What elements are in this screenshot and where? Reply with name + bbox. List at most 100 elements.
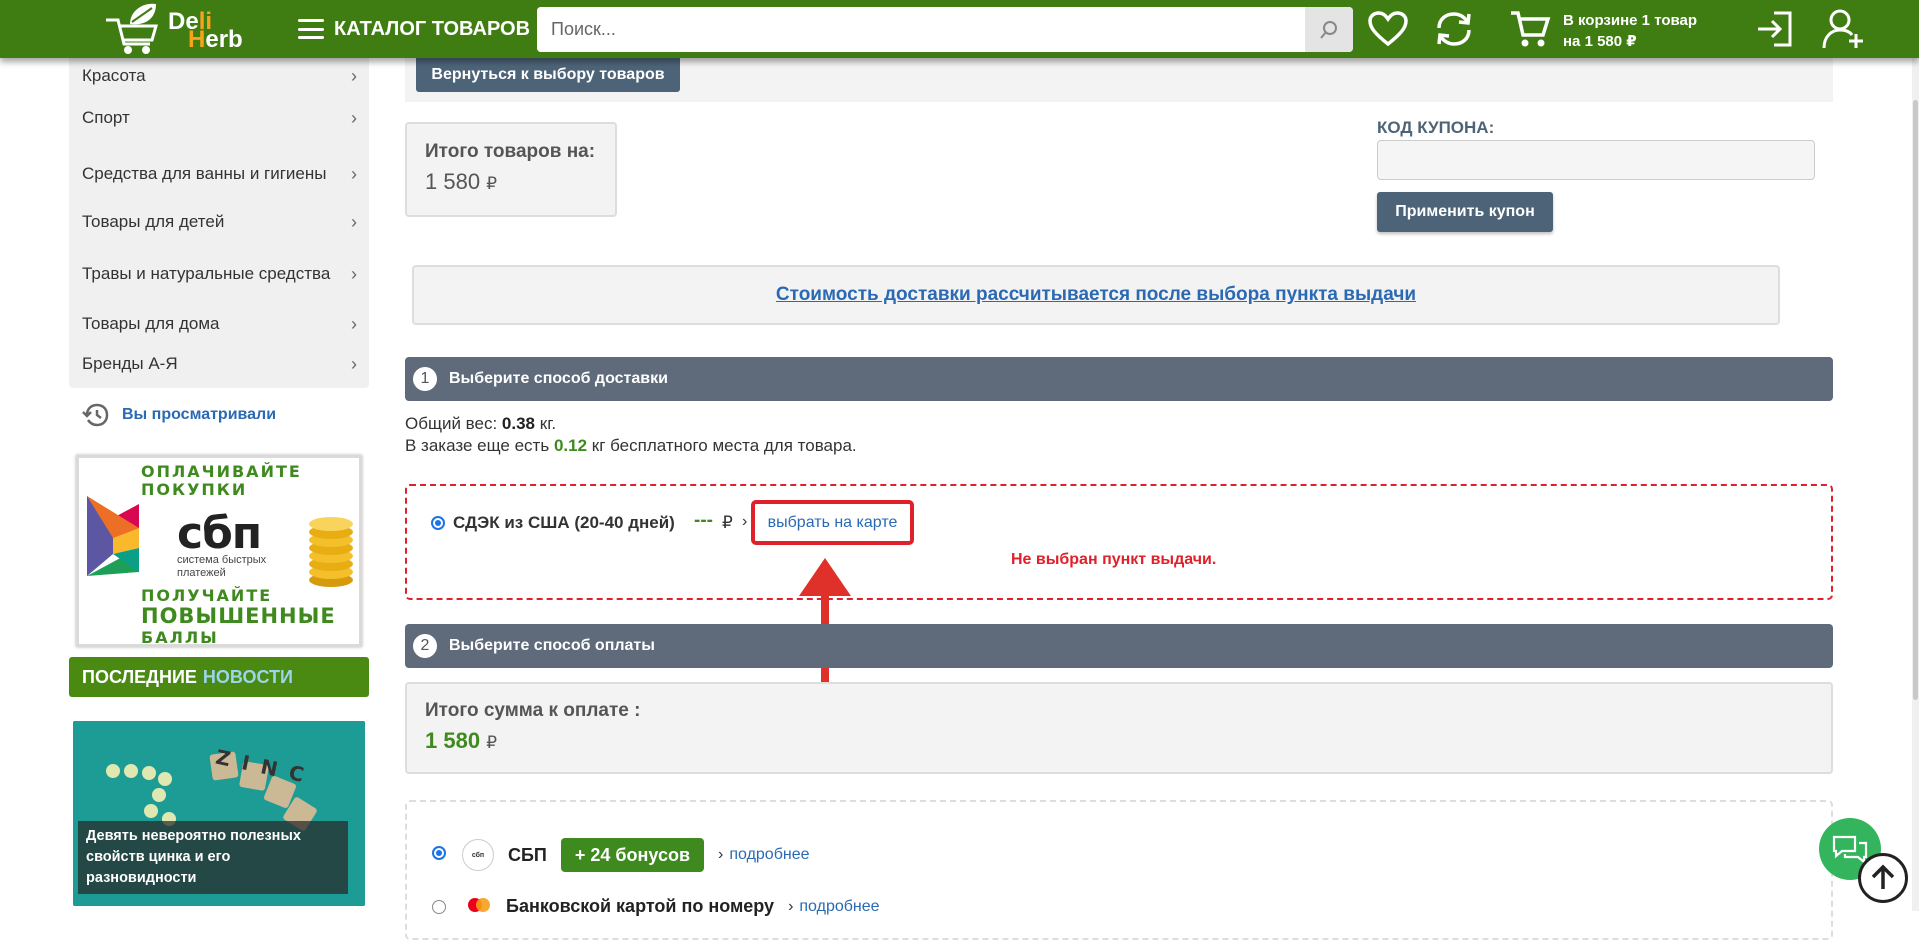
logo[interactable]: Deli Herb <box>100 0 270 58</box>
weight-value: 0.38 <box>501 414 536 433</box>
compare-button[interactable] <box>1432 8 1476 50</box>
catalog-button[interactable]: КАТАЛОГ ТОВАРОВ <box>298 15 530 43</box>
goods-total-box: Итого товаров на: 1 580 ₽ <box>405 122 617 217</box>
sidebar-item-label: Спорт <box>82 108 130 127</box>
sidebar-item-bath[interactable]: Средства для ванны и гигиены › <box>69 148 369 200</box>
search-icon <box>1320 20 1337 39</box>
sbp-logo-text: сбп <box>177 508 262 559</box>
chat-icon <box>1832 835 1868 864</box>
sbp-banner-line5: БАЛЛЫ <box>141 628 219 647</box>
sbp-more-link[interactable]: подробнее <box>729 846 809 864</box>
sidebar-item-kids[interactable]: Товары для детей › <box>69 204 369 240</box>
step1-number: 1 <box>413 367 437 391</box>
card-payment-icon <box>468 897 490 912</box>
login-button[interactable] <box>1752 8 1796 50</box>
shipping-price-placeholder: --- <box>694 510 713 531</box>
category-menu: Красота › Спорт › Средства для ванны и гиг… <box>69 58 369 388</box>
favorites-button[interactable] <box>1366 8 1410 50</box>
back-to-shopping-button[interactable]: Вернуться к выбору товаров <box>416 58 680 92</box>
payment-option-card[interactable]: Банковской картой по номеру › подробнее <box>466 896 880 917</box>
payment-option-sbp[interactable]: сбп СБП + 24 бонусов › подробнее <box>462 838 810 872</box>
payment-radio-card[interactable] <box>432 900 446 914</box>
sbp-banner-line1: ОПЛАЧИВАЙТЕ <box>141 462 302 481</box>
shipping-option-label[interactable]: СДЭК из США (20-40 дней) <box>453 513 675 533</box>
sidebar-item-beauty[interactable]: Красота › <box>69 58 369 94</box>
sbp-banner-line4: ПОВЫШЕННЫЕ <box>141 604 336 628</box>
chevron-right-icon: › <box>351 264 357 284</box>
sbp-logo-icon <box>87 496 139 576</box>
sidebar-item-label: Красота <box>82 66 146 85</box>
choose-on-map-link[interactable]: выбрать на карте <box>751 500 914 545</box>
bonus-badge: + 24 бонусов <box>560 838 705 872</box>
goods-total-label: Итого товаров на: <box>425 141 596 162</box>
sidebar-item-herbs[interactable]: Травы и натуральные средства › <box>69 248 369 300</box>
basket-leaf-icon <box>106 3 158 54</box>
compare-icon <box>1437 12 1471 46</box>
delivery-cost-note: Стоимость доставки рассчитывается после … <box>412 265 1780 325</box>
catalog-label: КАТАЛОГ ТОВАРОВ <box>334 17 531 40</box>
weight-info: Общий вес: 0.38 кг. В заказе еще есть 0.… <box>405 413 857 457</box>
step2-header: 2 Выберите способ оплаты <box>405 624 1833 668</box>
chevron-right-icon: › <box>351 354 357 374</box>
news-title-part1: ПОСЛЕДНИЕ <box>82 666 197 687</box>
cart-icon <box>1511 11 1551 47</box>
payment-name-card: Банковской картой по номеру <box>506 896 775 916</box>
search-button[interactable] <box>1305 7 1353 52</box>
sbp-banner-line3: ПОЛУЧАЙТЕ <box>141 586 273 605</box>
payment-radio-sbp[interactable] <box>432 846 446 860</box>
cart-summary[interactable]: В корзине 1 товар на 1 580 ₽ <box>1563 10 1697 52</box>
weight-unit: кг. <box>539 414 557 433</box>
chevron-right-icon: › <box>351 212 357 232</box>
logo-text-herb: Herb <box>188 26 243 53</box>
menu-icon <box>298 19 324 39</box>
apply-coupon-button[interactable]: Применить купон <box>1377 192 1553 232</box>
sidebar-item-label: Средства для ванны и гигиены <box>82 164 327 183</box>
coupon-input[interactable] <box>1377 140 1815 180</box>
news-section-title: ПОСЛЕДНИЕ НОВОСТИ <box>69 657 369 697</box>
cart-sum-text: на 1 580 ₽ <box>1563 33 1637 50</box>
sidebar-item-home[interactable]: Товары для дома › <box>69 306 369 342</box>
step1-header: 1 Выберите способ доставки <box>405 357 1833 401</box>
add-user-icon <box>1822 9 1863 49</box>
free-space-value: 0.12 <box>553 436 588 455</box>
arrow-up-icon <box>1871 864 1895 889</box>
cart-count-text: В корзине 1 товар <box>1563 12 1698 29</box>
heart-icon <box>1368 11 1408 47</box>
news-card[interactable]: ZINC Девять невероятно полезных свойств … <box>73 721 365 906</box>
login-icon <box>1758 11 1792 47</box>
scroll-to-top-button[interactable] <box>1858 853 1908 903</box>
sidebar-item-brands[interactable]: Бренды А-Я › <box>69 346 369 382</box>
step1-title: Выберите способ доставки <box>449 370 668 387</box>
currency-sign: ₽ <box>486 174 498 193</box>
header: Deli Herb КАТАЛОГ ТОВАРОВ В корзине 1 то… <box>0 0 1919 58</box>
pickup-error-message: Не выбран пункт выдачи. <box>1011 551 1217 568</box>
payment-total-label: Итого сумма к оплате : <box>425 700 641 721</box>
register-button[interactable] <box>1822 8 1866 50</box>
cart-button[interactable] <box>1508 8 1552 50</box>
chevron-right-icon: › <box>351 164 357 184</box>
goods-total-amount: 1 580 <box>425 169 481 194</box>
step2-number: 2 <box>413 634 437 658</box>
scrollbar-thumb[interactable] <box>1913 100 1918 700</box>
sbp-promo-banner[interactable]: ОПЛАЧИВАЙТЕ ПОКУПКИ сбп система быстрых … <box>76 455 362 647</box>
sidebar-item-label: Травы и натуральные средства <box>82 264 331 283</box>
search-input[interactable] <box>537 7 1305 52</box>
free-space-line: В заказе еще есть 0.12 кг бесплатного ме… <box>405 435 857 457</box>
sbp-payment-icon: сбп <box>462 839 494 871</box>
recently-viewed-link[interactable]: Вы просматривали <box>82 402 276 428</box>
recently-viewed-label: Вы просматривали <box>122 406 277 423</box>
card-more-link[interactable]: подробнее <box>799 898 879 916</box>
news-caption: Девять невероятно полезных свойств цинка… <box>78 821 348 894</box>
free-space-suffix: кг бесплатного места для товара. <box>591 436 857 455</box>
history-icon <box>82 403 109 427</box>
shipping-radio-cdek[interactable] <box>431 516 445 530</box>
sidebar-item-sport[interactable]: Спорт › <box>69 100 369 136</box>
search-bar <box>537 7 1353 52</box>
chevron-right-icon: › <box>742 513 748 530</box>
delivery-cost-link[interactable]: Стоимость доставки рассчитывается после … <box>776 284 1416 306</box>
coins-icon <box>309 517 353 587</box>
weight-label: Общий вес: <box>405 414 498 433</box>
chevron-right-icon: › <box>718 846 724 863</box>
news-title-part2: НОВОСТИ <box>202 666 293 687</box>
chevron-right-icon: › <box>788 897 794 915</box>
